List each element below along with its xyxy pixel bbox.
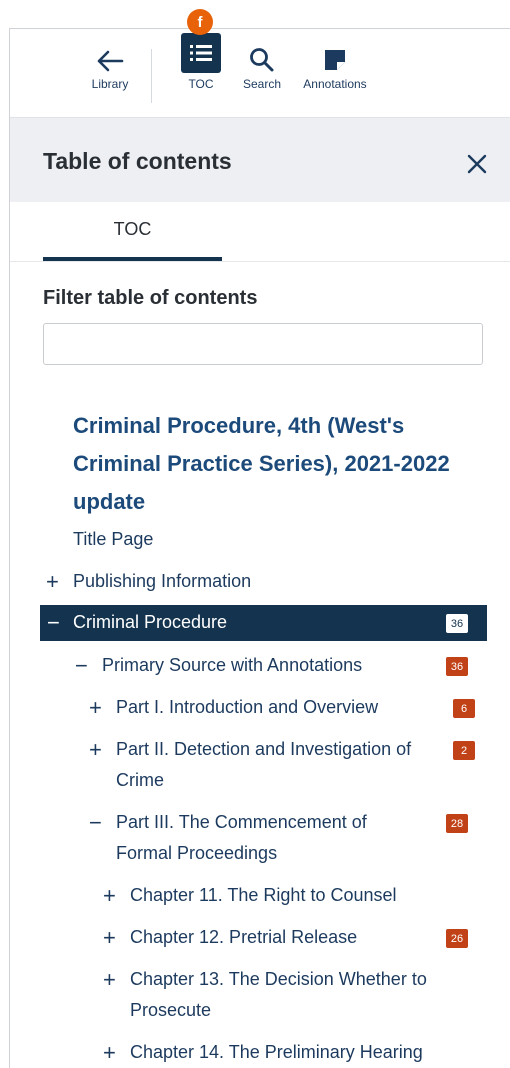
filter-input[interactable] <box>43 323 483 365</box>
collapse-icon[interactable]: − <box>89 807 102 838</box>
annotation-count-badge: 6 <box>453 699 475 718</box>
collapse-icon[interactable]: − <box>75 650 88 681</box>
annotation-marker: f <box>187 9 213 35</box>
annotation-count-badge: 26 <box>446 929 468 948</box>
close-icon[interactable] <box>467 154 487 179</box>
toc-item-chapter-11[interactable]: Chapter 11. The Right to Counsel <box>130 880 397 911</box>
expand-icon[interactable]: + <box>103 964 116 995</box>
toc-item-title-page[interactable]: Title Page <box>73 524 153 555</box>
expand-icon[interactable]: + <box>89 692 102 723</box>
annotation-count-badge: 36 <box>446 614 468 633</box>
toc-item-part-iii[interactable]: Part III. The Commencement of Formal Pro… <box>116 807 406 869</box>
collapse-icon[interactable]: − <box>47 607 60 638</box>
annotation-count-badge: 28 <box>446 814 468 833</box>
book-title[interactable]: Criminal Procedure, 4th (West's Criminal… <box>73 407 493 521</box>
toc-item-chapter-12[interactable]: Chapter 12. Pretrial Release <box>130 922 357 953</box>
expand-icon[interactable]: + <box>89 734 102 765</box>
filter-label: Filter table of contents <box>43 287 258 309</box>
annotations-button[interactable]: Annotations <box>295 29 375 91</box>
toc-panel: Library TOC Search Annotations Table of … <box>9 28 510 1068</box>
toc-item-part-i[interactable]: Part I. Introduction and Overview <box>116 692 378 723</box>
tab-toc[interactable]: TOC <box>43 201 222 261</box>
search-button[interactable]: Search <box>235 29 289 91</box>
toc-item-chapter-14[interactable]: Chapter 14. The Preliminary Hearing <box>130 1037 423 1068</box>
annotation-count-badge: 2 <box>453 741 475 760</box>
toc-label: TOC <box>188 77 214 91</box>
library-label: Library <box>91 77 129 91</box>
toc-item-criminal-procedure[interactable]: − Criminal Procedure 36 <box>40 605 487 641</box>
toc-item-label: Criminal Procedure <box>73 612 228 632</box>
expand-icon[interactable]: + <box>103 880 116 911</box>
expand-icon[interactable]: + <box>46 566 59 597</box>
annotation-count-badge: 36 <box>446 657 468 676</box>
toc-item-primary-source[interactable]: Primary Source with Annotations <box>102 650 362 681</box>
search-icon <box>249 29 275 73</box>
panel-header: Table of contents <box>10 117 510 202</box>
annotations-label: Annotations <box>303 77 367 91</box>
back-arrow-icon <box>96 29 124 73</box>
toolbar: Library TOC Search Annotations <box>10 29 510 117</box>
expand-icon[interactable]: + <box>103 1037 116 1068</box>
search-label: Search <box>242 77 282 91</box>
toc-item-publishing-information[interactable]: Publishing Information <box>73 566 251 597</box>
list-icon <box>181 33 221 73</box>
panel-title: Table of contents <box>43 148 232 174</box>
toolbar-divider <box>151 49 152 103</box>
toc-item-chapter-13[interactable]: Chapter 13. The Decision Whether to Pros… <box>130 964 460 1026</box>
note-icon <box>322 29 348 73</box>
expand-icon[interactable]: + <box>103 922 116 953</box>
toc-item-part-ii[interactable]: Part II. Detection and Investigation of … <box>116 734 426 796</box>
toc-button[interactable]: TOC <box>175 29 227 91</box>
tab-bar: TOC <box>10 201 510 262</box>
library-button[interactable]: Library <box>78 29 142 91</box>
